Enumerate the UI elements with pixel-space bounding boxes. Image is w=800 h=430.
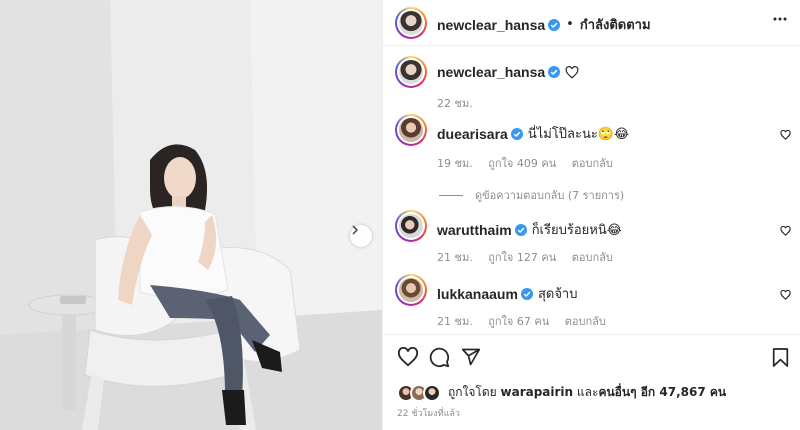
liker-avatar[interactable] <box>423 383 441 402</box>
comment-line: duearisara นี่ไม่โป๊ละนะ🙄😂 <box>437 123 629 144</box>
carousel-next-button[interactable] <box>350 225 372 247</box>
chevron-right-icon <box>352 225 359 235</box>
reply-button[interactable]: ตอบกลับ <box>565 315 606 328</box>
comment-line: warutthaim ก็เรียบร้อยหนิ😂 <box>437 219 622 240</box>
comment-likes[interactable]: ถูกใจ 409 คน <box>488 157 556 170</box>
comment-text: นี่ไม่โป๊ละนะ🙄😂 <box>527 127 630 142</box>
comment-likes[interactable]: ถูกใจ 127 คน <box>488 251 556 264</box>
verified-badge-icon <box>514 223 527 236</box>
comment-bubble-icon[interactable] <box>429 347 450 368</box>
post-time-ago: 22 ชั่วโมงที่แล้ว <box>397 409 460 419</box>
more-horizontal-icon[interactable] <box>773 17 787 21</box>
reply-button[interactable]: ตอบกลับ <box>572 251 613 264</box>
comment-meta: 21 ชม. ถูกใจ 67 คน ตอบกลับ <box>437 312 618 330</box>
reply-button[interactable]: ตอบกลับ <box>572 157 613 170</box>
comment-avatar[interactable] <box>395 274 427 306</box>
photo-illustration <box>0 0 382 430</box>
liker-username[interactable]: warapairin <box>501 385 574 399</box>
comment-avatar[interactable] <box>395 210 427 242</box>
comment-time: 19 ชม. <box>437 157 473 170</box>
verified-badge-icon <box>510 127 523 140</box>
post-details-panel: newclear_hansa • กำลังติดตาม newclear_ha… <box>382 0 800 430</box>
heart-icon[interactable] <box>397 347 419 367</box>
heart-outline-icon[interactable] <box>780 290 791 300</box>
comment-meta: 21 ชม. ถูกใจ 127 คน ตอบกลับ <box>437 248 625 266</box>
comment-username[interactable]: warutthaim <box>437 222 512 238</box>
caption-avatar[interactable] <box>395 56 427 88</box>
heart-outline-icon[interactable] <box>780 130 791 140</box>
view-replies-label: ดูข้อความตอบกลับ (7 รายการ) <box>475 189 625 202</box>
comment-time: 21 ชม. <box>437 315 473 328</box>
verified-badge-icon <box>548 18 561 31</box>
replies-divider <box>439 194 463 196</box>
comment-username[interactable]: lukkanaaum <box>437 286 518 302</box>
comment-likes[interactable]: ถูกใจ 67 คน <box>488 315 549 328</box>
heart-outline-icon <box>565 65 579 79</box>
comment-time: 21 ชม. <box>437 251 473 264</box>
author-avatar[interactable] <box>395 7 427 39</box>
view-replies-button[interactable]: ดูข้อความตอบกลับ (7 รายการ) <box>439 186 624 204</box>
verified-badge-icon <box>548 66 561 78</box>
caption-meta: 22 ชม. <box>437 94 485 112</box>
verified-badge-icon <box>520 287 533 300</box>
caption-line: newclear_hansa <box>437 64 579 80</box>
caption-username[interactable]: newclear_hansa <box>437 64 545 80</box>
author-username[interactable]: newclear_hansa <box>437 17 545 33</box>
comment-meta: 19 ชม. ถูกใจ 409 คน ตอบกลับ <box>437 154 625 172</box>
likes-row: ถูกใจโดย warapairin และคนอื่นๆ อีก 47,86… <box>397 383 726 402</box>
post-header: newclear_hansa • กำลังติดตาม <box>383 0 800 46</box>
following-button[interactable]: กำลังติดตาม <box>580 14 651 35</box>
author-line: newclear_hansa • กำลังติดตาม <box>437 14 651 35</box>
likes-others[interactable]: คนอื่นๆ อีก 47,867 คน <box>598 385 726 399</box>
comment-avatar[interactable] <box>395 114 427 146</box>
follow-separator: • <box>566 17 574 32</box>
likes-middle: และ <box>573 385 599 399</box>
likes-summary[interactable]: ถูกใจโดย warapairin และคนอื่นๆ อีก 47,86… <box>448 383 726 402</box>
bookmark-icon[interactable] <box>772 347 789 368</box>
heart-outline-icon[interactable] <box>780 226 791 236</box>
caption-time: 22 ชม. <box>437 97 473 110</box>
comment-text: ก็เรียบร้อยหนิ😂 <box>531 223 622 238</box>
post-photo[interactable] <box>0 0 382 430</box>
comment-line: lukkanaaum สุดจ้าบ <box>437 283 577 304</box>
paper-plane-icon[interactable] <box>461 347 481 367</box>
comment-text: สุดจ้าบ <box>537 287 578 302</box>
comment-username[interactable]: duearisara <box>437 126 508 142</box>
likes-prefix: ถูกใจโดย <box>448 385 501 399</box>
